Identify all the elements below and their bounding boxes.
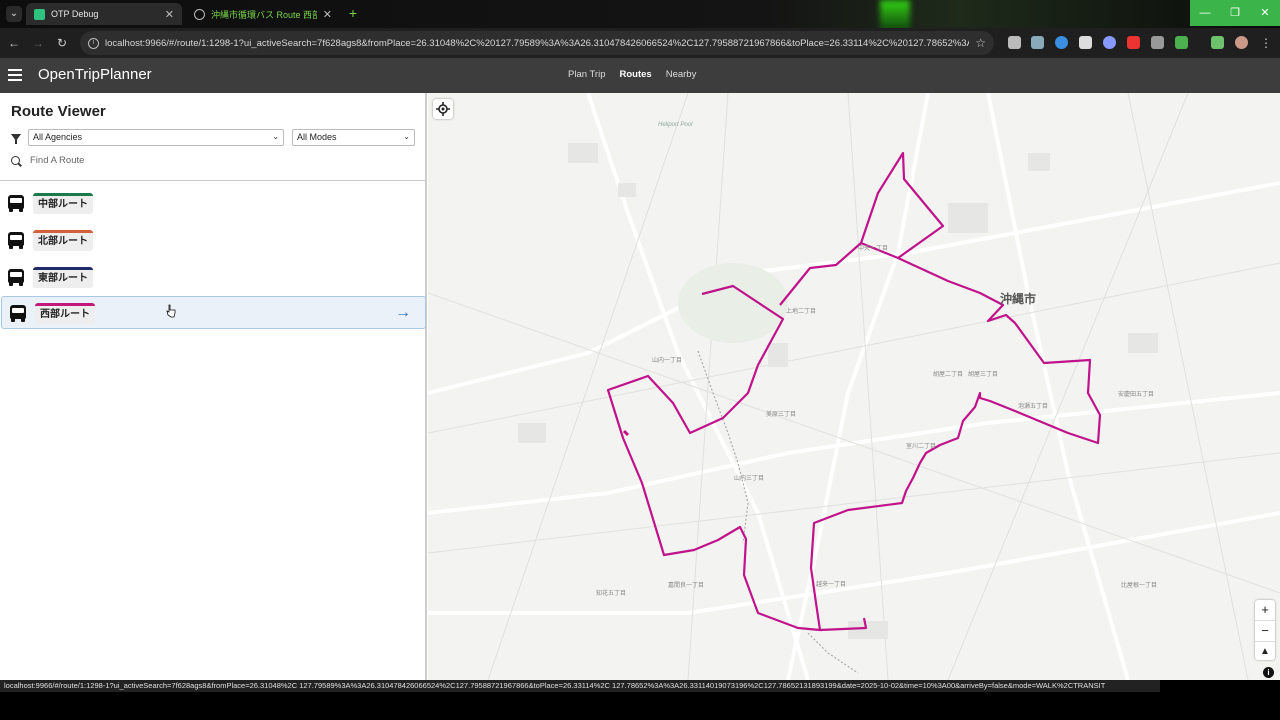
bus-icon <box>10 305 26 322</box>
area-label: 中央一丁目 <box>858 246 889 252</box>
tab-search-button[interactable]: ⌄ <box>6 6 22 22</box>
zoom-out-button[interactable]: − <box>1255 621 1275 642</box>
globe-icon <box>194 8 205 20</box>
back-button[interactable]: ← <box>6 35 22 51</box>
compass-button[interactable]: ▲ <box>1255 642 1275 662</box>
nav-nearby[interactable]: Nearby <box>666 69 697 80</box>
hamburger-menu-icon[interactable] <box>8 69 22 81</box>
status-bar-url: localhost:9966/#/route/1:1298-1?ui_activ… <box>0 680 1160 692</box>
browser-toolbar: ← → ↻ i localhost:9966/#/route/1:1298-1?… <box>0 28 1280 58</box>
forward-button[interactable]: → <box>30 35 46 51</box>
pool-label: Heliport Pool <box>658 122 693 128</box>
area-label: 泡瀬五丁目 <box>1018 404 1049 410</box>
extension-doc-icon[interactable] <box>1079 36 1092 49</box>
bus-icon <box>8 195 24 212</box>
agency-select[interactable]: All Agencies ⌄ <box>28 129 284 146</box>
zoom-in-button[interactable]: + <box>1255 600 1275 621</box>
extension-red-icon[interactable] <box>1127 36 1140 49</box>
agency-select-value: All Agencies <box>33 132 83 142</box>
extension-grid-icon[interactable] <box>1031 36 1044 49</box>
area-label: 比屋根一丁目 <box>1121 583 1158 589</box>
chevron-down-icon: ⌄ <box>272 132 279 141</box>
map-view[interactable]: Heliport Pool 沖縄市 中央一丁目 上地二丁目 山内一丁目 山内三丁… <box>428 93 1280 680</box>
divider <box>0 180 427 181</box>
route-viewer-panel: Route Viewer All Agencies ⌄ All Modes ⌄ … <box>0 93 427 680</box>
tab-title: OTP Debug <box>51 9 99 19</box>
restore-button[interactable]: ❐ <box>1220 0 1250 26</box>
route-badge: 北部ルート <box>33 230 93 251</box>
route-row-chubu[interactable]: 中部ルート <box>0 187 425 220</box>
extension-box-icon[interactable] <box>1151 36 1164 49</box>
crosshair-icon <box>436 102 450 116</box>
attribution-info-icon[interactable]: i <box>1263 667 1274 678</box>
route-badge: 西部ルート <box>35 303 95 324</box>
extensions-puzzle-icon[interactable] <box>1175 36 1188 49</box>
area-label: 胡屋三丁目 <box>968 372 999 378</box>
address-bar[interactable]: i localhost:9966/#/route/1:1298-1?ui_act… <box>80 31 994 55</box>
profile-avatar[interactable] <box>1235 36 1248 49</box>
area-label: 嘉間良一丁目 <box>668 583 705 589</box>
browser-menu-icon[interactable]: ⋮ <box>1258 35 1274 51</box>
close-icon[interactable]: ✕ <box>323 8 332 21</box>
area-label: 山内三丁目 <box>734 476 765 482</box>
area-label: 上地二丁目 <box>786 309 817 315</box>
area-label: 美原三丁目 <box>766 412 797 418</box>
hand-cursor-icon <box>166 304 176 318</box>
otp-favicon-icon <box>34 8 45 20</box>
tab-title: 沖縄市循環バス Route 西部ル- <box>211 9 317 20</box>
site-info-icon[interactable]: i <box>88 37 99 49</box>
panel-title: Route Viewer <box>11 103 106 120</box>
extension-blue-icon[interactable] <box>1055 36 1068 49</box>
nav-routes[interactable]: Routes <box>620 69 652 80</box>
city-label: 沖縄市 <box>1000 292 1037 306</box>
area-label: 安慶田五丁目 <box>1118 392 1155 398</box>
bookmark-star-icon[interactable]: ☆ <box>975 36 986 50</box>
mode-select-value: All Modes <box>297 132 337 142</box>
route-badge: 東部ルート <box>33 267 93 288</box>
new-tab-button[interactable]: + <box>346 6 360 20</box>
reload-button[interactable]: ↻ <box>54 35 70 51</box>
route-search-input[interactable] <box>30 152 410 168</box>
nav-plan-trip[interactable]: Plan Trip <box>568 69 606 80</box>
bus-icon <box>8 269 24 286</box>
area-label: 山内一丁目 <box>652 358 683 364</box>
basemap <box>428 93 1280 680</box>
search-icon <box>11 156 20 165</box>
filter-icon <box>11 134 21 144</box>
zoom-control: + − ▲ <box>1255 600 1275 660</box>
route-row-hokubu[interactable]: 北部ルート <box>0 224 425 257</box>
bottom-bar <box>0 692 1280 720</box>
url-text[interactable]: localhost:9966/#/route/1:1298-1?ui_activ… <box>105 38 969 49</box>
close-icon[interactable]: ✕ <box>165 8 174 21</box>
mode-select[interactable]: All Modes ⌄ <box>292 129 415 146</box>
download-icon[interactable] <box>1211 36 1224 49</box>
minimize-button[interactable]: — <box>1190 0 1220 26</box>
app-header: OpenTripPlanner Plan Trip Routes Nearby <box>0 58 1280 93</box>
bus-icon <box>8 232 24 249</box>
tab-otp-debug[interactable]: OTP Debug ✕ <box>26 3 182 25</box>
area-label: 知花五丁目 <box>596 591 627 597</box>
area-label: 室川二丁目 <box>906 444 937 450</box>
close-window-button[interactable]: ✕ <box>1250 0 1280 26</box>
route-row-seibu[interactable]: 西部ルート → <box>1 296 426 329</box>
route-badge: 中部ルート <box>33 193 93 214</box>
extension-arc-icon[interactable] <box>1103 36 1116 49</box>
tab-route-page[interactable]: 沖縄市循環バス Route 西部ル- ✕ <box>186 3 340 25</box>
area-label: 胡屋二丁目 <box>933 372 964 378</box>
locate-button[interactable] <box>433 99 453 119</box>
area-label: 越来一丁目 <box>816 582 847 588</box>
arrow-right-icon[interactable]: → <box>395 304 411 322</box>
route-row-tobu[interactable]: 東部ルート <box>0 261 425 294</box>
app-brand: OpenTripPlanner <box>38 66 152 83</box>
chevron-down-icon: ⌄ <box>403 132 410 141</box>
browser-tab-bar: ⌄ OTP Debug ✕ 沖縄市循環バス Route 西部ル- ✕ + — ❐… <box>0 0 1280 34</box>
top-nav: Plan Trip Routes Nearby <box>568 69 696 80</box>
otp-app: OpenTripPlanner Plan Trip Routes Nearby … <box>0 58 1280 680</box>
extension-camera-icon[interactable] <box>1008 36 1021 49</box>
